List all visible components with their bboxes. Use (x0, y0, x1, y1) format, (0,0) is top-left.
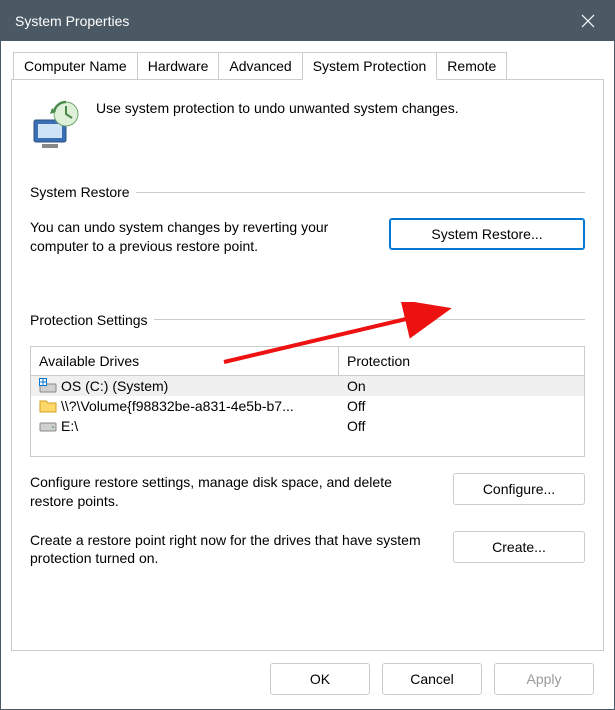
client-area: Computer Name Hardware Advanced System P… (1, 41, 614, 709)
drive-protection: Off (347, 418, 365, 434)
column-header-protection[interactable]: Protection (339, 347, 584, 376)
tabstrip: Computer Name Hardware Advanced System P… (13, 51, 604, 79)
column-header-drives[interactable]: Available Drives (31, 347, 339, 376)
system-protection-icon (30, 98, 82, 150)
tab-advanced[interactable]: Advanced (218, 52, 302, 80)
drive-row[interactable]: E:\ Off (31, 416, 584, 436)
drive-protection: Off (347, 398, 365, 414)
titlebar: System Properties (1, 1, 614, 41)
close-icon (581, 14, 595, 28)
drives-body: OS (C:) (System) On \\?\Volume{f98832be-… (31, 376, 584, 456)
group-protection-settings-title: Protection Settings (30, 312, 148, 328)
configure-row: Configure restore settings, manage disk … (30, 473, 585, 511)
system-restore-row: You can undo system changes by reverting… (30, 218, 585, 256)
divider (136, 192, 585, 193)
divider (154, 319, 585, 320)
drive-name: OS (C:) (System) (61, 378, 168, 394)
window-title: System Properties (15, 13, 562, 29)
drive-protection: On (347, 378, 366, 394)
drive-os-icon (39, 378, 57, 394)
drive-row[interactable]: OS (C:) (System) On (31, 376, 584, 396)
cancel-button[interactable]: Cancel (382, 663, 482, 695)
tab-computer-name[interactable]: Computer Name (13, 52, 138, 80)
create-button[interactable]: Create... (453, 531, 585, 563)
system-restore-button[interactable]: System Restore... (389, 218, 585, 250)
drive-row[interactable]: \\?\Volume{f98832be-a831-4e5b-b7... Off (31, 396, 584, 416)
drives-header: Available Drives Protection (31, 347, 584, 376)
drive-name: \\?\Volume{f98832be-a831-4e5b-b7... (61, 398, 294, 414)
configure-description: Configure restore settings, manage disk … (30, 473, 435, 511)
group-system-restore-header: System Restore (30, 184, 585, 200)
tab-hardware[interactable]: Hardware (137, 52, 220, 80)
tab-system-protection[interactable]: System Protection (302, 52, 438, 80)
intro-row: Use system protection to undo unwanted s… (30, 98, 585, 150)
system-properties-window: System Properties Computer Name Hardware… (0, 0, 615, 710)
drive-icon (39, 418, 57, 434)
tab-panel-system-protection: Use system protection to undo unwanted s… (11, 79, 604, 651)
system-restore-description: You can undo system changes by reverting… (30, 218, 371, 256)
group-system-restore-title: System Restore (30, 184, 130, 200)
apply-button[interactable]: Apply (494, 663, 594, 695)
tab-remote[interactable]: Remote (436, 52, 507, 80)
ok-button[interactable]: OK (270, 663, 370, 695)
group-protection-settings-header: Protection Settings (30, 312, 585, 328)
create-row: Create a restore point right now for the… (30, 531, 585, 569)
create-description: Create a restore point right now for the… (30, 531, 435, 569)
drives-list[interactable]: Available Drives Protection (30, 346, 585, 457)
folder-icon (39, 398, 57, 414)
drive-name: E:\ (61, 418, 78, 434)
intro-text: Use system protection to undo unwanted s… (96, 98, 459, 116)
dialog-buttons: OK Cancel Apply (11, 651, 604, 709)
close-button[interactable] (562, 1, 614, 41)
configure-button[interactable]: Configure... (453, 473, 585, 505)
